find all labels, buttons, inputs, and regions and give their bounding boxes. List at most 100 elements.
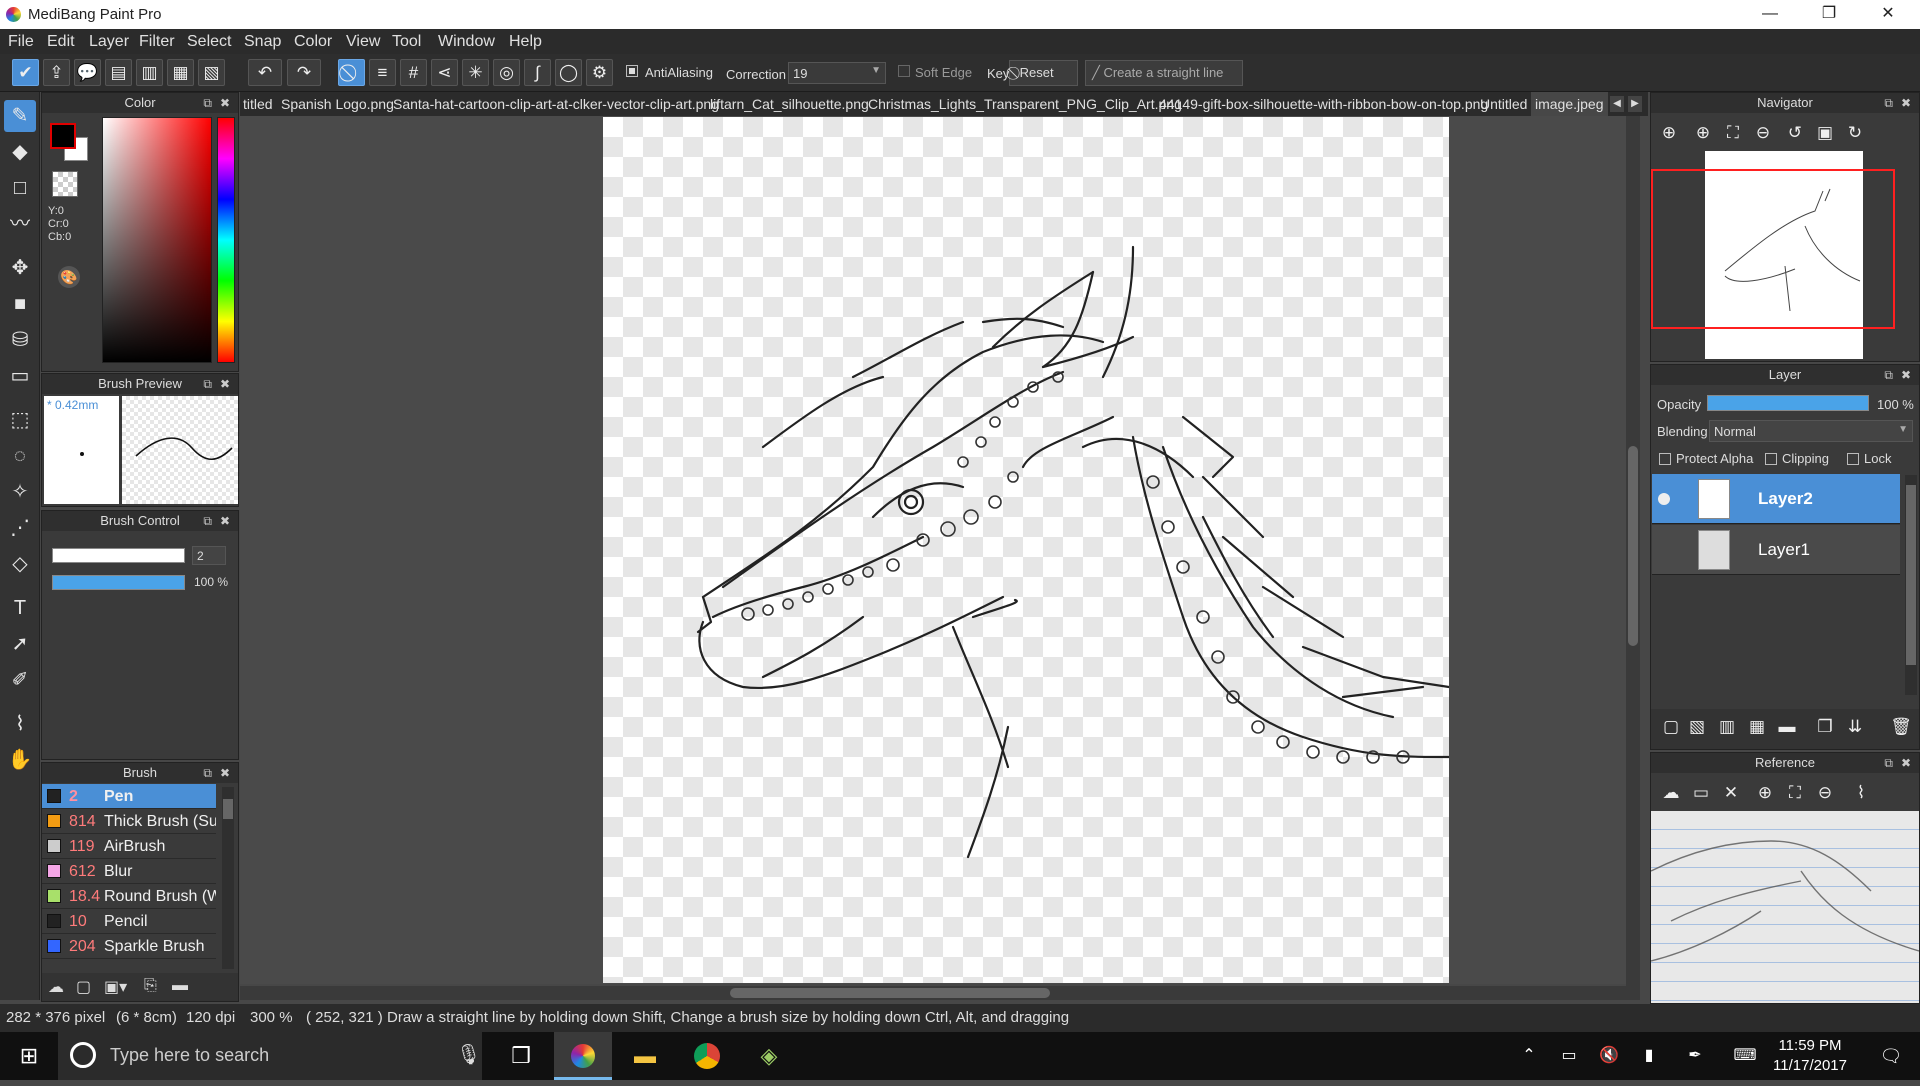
action-center-icon[interactable]: 🗨 xyxy=(1862,1032,1920,1080)
soft-edge-checkbox[interactable] xyxy=(898,65,910,77)
horizontal-scroll-thumb[interactable] xyxy=(730,988,1050,998)
taskbar-search-box[interactable]: Type here to search 🎙 xyxy=(58,1032,482,1080)
tab-santa-hat[interactable]: Santa-hat-cartoon-clip-art-at-clker-vect… xyxy=(393,96,719,112)
cloud-upload-icon[interactable]: ☁ xyxy=(1657,779,1685,807)
layer-scroll-thumb[interactable] xyxy=(1906,485,1916,665)
duplicate-layer-icon[interactable]: ❐ xyxy=(1811,713,1839,741)
zoom-in-icon[interactable]: ⊕ xyxy=(1655,119,1683,147)
float-panel-icon[interactable]: ⧉ xyxy=(203,374,212,394)
merge-layer-icon[interactable]: ⇊ xyxy=(1841,713,1869,741)
new-halftone-layer-icon[interactable]: ▦ xyxy=(1743,713,1771,741)
brush-size-value[interactable]: 2 xyxy=(192,546,226,565)
transparent-color-swatch[interactable] xyxy=(52,171,78,197)
divide-tool-icon[interactable]: ✐ xyxy=(4,664,36,696)
maximize-button[interactable]: ❐ xyxy=(1800,0,1858,29)
zoom-out-icon[interactable]: ⊖ xyxy=(1749,119,1777,147)
close-panel-icon[interactable]: ✖ xyxy=(220,511,230,531)
brush-menu-icon[interactable]: ▣▾ xyxy=(104,977,127,997)
snap-off-icon[interactable]: ⃠ xyxy=(338,59,365,86)
protect-alpha-checkbox[interactable] xyxy=(1659,453,1671,465)
magic-wand-tool-icon[interactable]: ✧ xyxy=(4,476,36,508)
vanishing-point-icon[interactable]: ⋖ xyxy=(431,59,458,86)
list-item[interactable]: 10 Pencil xyxy=(42,909,216,934)
delete-layer-icon[interactable]: 🗑 xyxy=(1887,713,1915,741)
circle-snap-icon[interactable]: ◎ xyxy=(493,59,520,86)
brush-list-scrollbar[interactable] xyxy=(222,787,234,969)
new-brush-icon[interactable]: ▢ xyxy=(76,977,91,997)
medibang-taskbar-icon[interactable] xyxy=(554,1032,612,1080)
tab-scroll-right-icon[interactable]: ▶ xyxy=(1628,96,1642,112)
bluestacks-icon[interactable]: ◈ xyxy=(740,1032,798,1080)
brush-tool-icon[interactable]: ✎ xyxy=(4,100,36,132)
tab-scroll-left-icon[interactable]: ◀ xyxy=(1610,96,1624,112)
fullscreen-icon[interactable]: ▣ xyxy=(1811,119,1839,147)
close-button[interactable]: ✕ xyxy=(1859,0,1917,29)
close-panel-icon[interactable]: ✖ xyxy=(1901,753,1911,773)
comment-icon[interactable]: 💬 xyxy=(74,59,101,86)
new-1bit-layer-icon[interactable]: ▥ xyxy=(1713,713,1741,741)
canvas-horizontal-scrollbar[interactable] xyxy=(240,986,1640,1000)
crisscross-snap-icon[interactable]: # xyxy=(400,59,427,86)
close-panel-icon[interactable]: ✖ xyxy=(220,93,230,113)
blur-tool-icon[interactable]: 〰 xyxy=(4,208,36,240)
document-icon[interactable]: ▥ xyxy=(136,59,163,86)
zoom-out-icon[interactable]: ⊖ xyxy=(1811,779,1839,807)
menu-help[interactable]: Help xyxy=(509,33,542,51)
blending-select[interactable]: Normal ▼ xyxy=(1709,420,1913,442)
palette-icon[interactable]: 🎨 xyxy=(58,266,80,288)
list-item[interactable]: 612 Blur xyxy=(42,859,216,884)
brush-size-slider[interactable] xyxy=(52,548,185,563)
list-item[interactable]: 18.4 Round Brush (W xyxy=(42,884,216,909)
new-folder-icon[interactable]: ▬ xyxy=(1773,713,1801,741)
select-tool-icon[interactable]: ⬚ xyxy=(4,404,36,436)
correction-select[interactable]: 19 ▼ xyxy=(788,62,886,84)
menu-file[interactable]: File xyxy=(8,33,34,51)
select-eraser-tool-icon[interactable]: ◇ xyxy=(4,548,36,580)
canvas-vertical-scrollbar[interactable] xyxy=(1626,116,1640,986)
list-item[interactable]: 2 Pen xyxy=(42,784,216,809)
tab-spanish-logo[interactable]: Spanish Logo.png xyxy=(281,96,394,112)
close-panel-icon[interactable]: ✖ xyxy=(1901,365,1911,385)
menu-color[interactable]: Color xyxy=(294,33,332,51)
eyedropper-icon[interactable]: ⌇ xyxy=(1847,779,1875,807)
list-item[interactable]: 814 Thick Brush (Su xyxy=(42,809,216,834)
menu-snap[interactable]: Snap xyxy=(244,33,281,51)
cloud-upload-icon[interactable]: ☁ xyxy=(48,977,64,997)
text-tool-icon[interactable]: T xyxy=(4,592,36,624)
rotate-right-icon[interactable]: ↻ xyxy=(1841,119,1869,147)
curve-snap-icon[interactable]: ∫ xyxy=(524,59,551,86)
tab-image-jpeg[interactable]: image.jpeg xyxy=(1531,92,1608,116)
list-item[interactable]: 204 Sparkle Brush xyxy=(42,934,216,959)
menu-view[interactable]: View xyxy=(346,33,380,51)
grid-icon[interactable]: ▧ xyxy=(198,59,225,86)
gradient-tool-icon[interactable]: ▭ xyxy=(4,360,36,392)
fit-window-icon[interactable]: ⛶ xyxy=(1719,119,1747,147)
taskbar-clock[interactable]: 11:59 PM 11/17/2017 xyxy=(1760,1036,1860,1076)
lasso-tool-icon[interactable]: ◌ xyxy=(4,440,36,472)
drawing-canvas[interactable] xyxy=(603,117,1451,983)
tab-christmas-lights[interactable]: Christmas_Lights_Transparent_PNG_Clip_Ar… xyxy=(868,96,1182,112)
close-reference-icon[interactable]: ✕ xyxy=(1717,779,1745,807)
copy-brush-icon[interactable]: ⎘ xyxy=(144,977,157,995)
vertical-scroll-thumb[interactable] xyxy=(1628,446,1638,646)
float-panel-icon[interactable]: ⧉ xyxy=(1884,753,1893,773)
new-8bit-layer-icon[interactable]: ▧ xyxy=(1683,713,1711,741)
close-panel-icon[interactable]: ✖ xyxy=(220,374,230,394)
eyedropper-tool-icon[interactable]: ⌇ xyxy=(4,708,36,740)
close-panel-icon[interactable]: ✖ xyxy=(220,763,230,783)
cloud-check-icon[interactable]: ✔ xyxy=(12,59,39,86)
create-straight-line-button[interactable]: ╱ Create a straight line xyxy=(1085,60,1243,86)
tab-gift-box[interactable]: 44149-gift-box-silhouette-with-ribbon-bo… xyxy=(1159,96,1488,112)
minimize-button[interactable]: — xyxy=(1741,0,1799,29)
clipping-checkbox[interactable] xyxy=(1765,453,1777,465)
redo-icon[interactable]: ↷ xyxy=(287,59,321,86)
layout-icon[interactable]: ▦ xyxy=(167,59,194,86)
fit-window-icon[interactable]: ⛶ xyxy=(1781,779,1809,807)
lock-checkbox[interactable] xyxy=(1847,453,1859,465)
tab-cat-silhouette[interactable]: liftarn_Cat_silhouette.png xyxy=(710,96,869,112)
eraser-tool-icon[interactable]: ◆ xyxy=(4,136,36,168)
tab-titled[interactable]: titled xyxy=(243,96,273,112)
float-panel-icon[interactable]: ⧉ xyxy=(203,763,212,783)
saturation-value-picker[interactable] xyxy=(102,117,212,363)
close-panel-icon[interactable]: ✖ xyxy=(1901,93,1911,113)
